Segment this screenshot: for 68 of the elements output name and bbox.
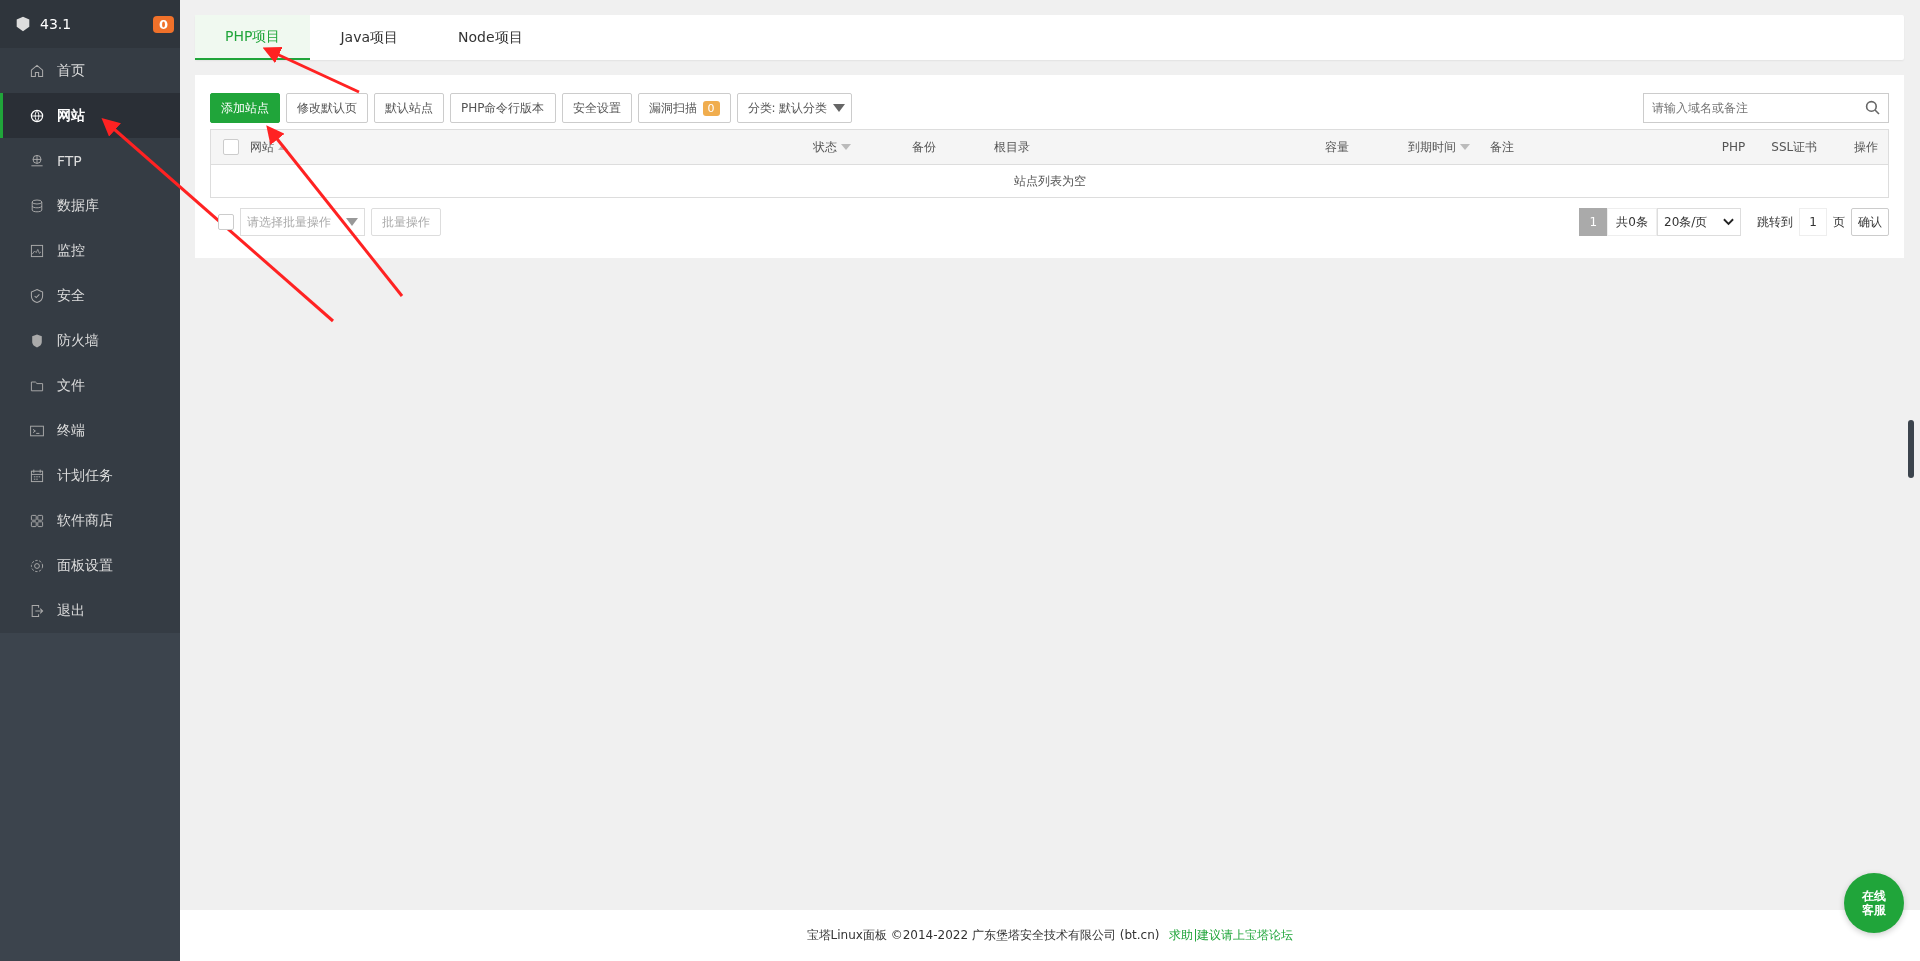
button-label: 漏洞扫描 bbox=[648, 99, 697, 117]
sidebar-item[interactable]: 面板设置 bbox=[0, 543, 180, 588]
tab[interactable]: Node项目 bbox=[428, 15, 553, 60]
column-header[interactable]: 状态 bbox=[812, 138, 837, 156]
toolbar-button[interactable]: 安全设置 bbox=[561, 93, 632, 123]
settings-icon bbox=[29, 557, 45, 574]
column-header[interactable]: 根目录 bbox=[994, 138, 1031, 156]
globe-icon bbox=[29, 107, 45, 124]
network-icon bbox=[29, 152, 45, 169]
checkbox[interactable] bbox=[222, 139, 239, 155]
scrollbar-thumb[interactable] bbox=[1908, 420, 1914, 478]
category-dropdown[interactable]: 分类: 默认分类 bbox=[736, 93, 853, 123]
toolbar-button[interactable]: 修改默认页 bbox=[286, 93, 368, 123]
database-icon bbox=[29, 197, 45, 214]
column-header[interactable]: 容量 bbox=[1325, 138, 1349, 156]
sidebar-item[interactable]: 安全 bbox=[0, 273, 180, 318]
toolbar-button[interactable]: 默认站点 bbox=[374, 93, 444, 123]
confirm-button[interactable]: 确认 bbox=[1851, 208, 1889, 236]
empty-message: 站点列表为空 bbox=[1013, 172, 1086, 190]
page-input[interactable]: 1 bbox=[1799, 208, 1827, 236]
shield-icon bbox=[29, 332, 45, 349]
column-header[interactable]: 备注 bbox=[1490, 138, 1515, 156]
sidebar-item[interactable]: 终端 bbox=[0, 408, 180, 453]
scan-button[interactable]: 漏洞扫描 0 bbox=[637, 93, 731, 123]
sort-down-icon[interactable] bbox=[840, 144, 851, 150]
caret-icon bbox=[346, 218, 358, 226]
column-header[interactable]: 备份 bbox=[911, 138, 936, 156]
jump-label: 跳转到 bbox=[1757, 213, 1793, 231]
sidebar-item[interactable]: 数据库 bbox=[0, 183, 180, 228]
logo-icon bbox=[14, 15, 32, 33]
column-header[interactable]: SSL证书 bbox=[1771, 138, 1818, 156]
sidebar-item[interactable]: 软件商店 bbox=[0, 498, 180, 543]
batch-placeholder: 请选择批量操作 bbox=[247, 213, 331, 231]
search-icon[interactable] bbox=[1865, 100, 1881, 116]
column-header[interactable]: 网站 bbox=[250, 138, 275, 156]
column-header[interactable]: 操作 bbox=[1854, 138, 1878, 156]
total-count: 共0条 bbox=[1607, 208, 1657, 236]
sort-up-icon[interactable] bbox=[278, 144, 289, 150]
sidebar-item[interactable]: 首页 bbox=[0, 48, 180, 93]
sidebar-item[interactable]: 防火墙 bbox=[0, 318, 180, 363]
sidebar-item[interactable]: FTP bbox=[0, 138, 180, 183]
sidebar-item[interactable]: 文件 bbox=[0, 363, 180, 408]
logout-icon bbox=[29, 602, 45, 619]
sort-down-icon[interactable] bbox=[1459, 144, 1470, 150]
checkbox[interactable] bbox=[218, 214, 234, 230]
search-field[interactable]: 请输入域名或备注 bbox=[1643, 93, 1889, 123]
sidebar-item[interactable]: 监控 bbox=[0, 228, 180, 273]
shield-icon bbox=[29, 287, 45, 304]
page-unit: 页 bbox=[1833, 213, 1845, 231]
toolbar-button[interactable]: PHP命令行版本 bbox=[450, 93, 556, 123]
sidebar-item[interactable]: 计划任务 bbox=[0, 453, 180, 498]
chevron-icon bbox=[1723, 218, 1734, 226]
caret-icon bbox=[833, 104, 846, 112]
column-header[interactable]: PHP bbox=[1721, 140, 1746, 154]
sidebar-item[interactable]: 退出 bbox=[0, 588, 180, 633]
dropdown-value: 分类: 默认分类 bbox=[747, 99, 828, 117]
column-header[interactable]: 到期时间 bbox=[1407, 138, 1456, 156]
home-icon bbox=[29, 62, 45, 79]
copyright-text: 宝塔Linux面板 ©2014-2022 广东堡塔安全技术有限公司 (bt.cn) bbox=[806, 927, 1160, 944]
page-size-value: 20条/页 bbox=[1664, 213, 1708, 231]
calendar-icon bbox=[29, 467, 45, 484]
tab[interactable]: Java项目 bbox=[310, 15, 428, 60]
page-size-select[interactable]: 20条/页 bbox=[1657, 208, 1741, 236]
count-badge: 0 bbox=[702, 100, 720, 116]
sidebar-item[interactable]: 网站 bbox=[0, 93, 180, 138]
grid-icon bbox=[29, 512, 45, 529]
server-name: 43.1 bbox=[40, 16, 73, 32]
chart-icon bbox=[29, 242, 45, 259]
